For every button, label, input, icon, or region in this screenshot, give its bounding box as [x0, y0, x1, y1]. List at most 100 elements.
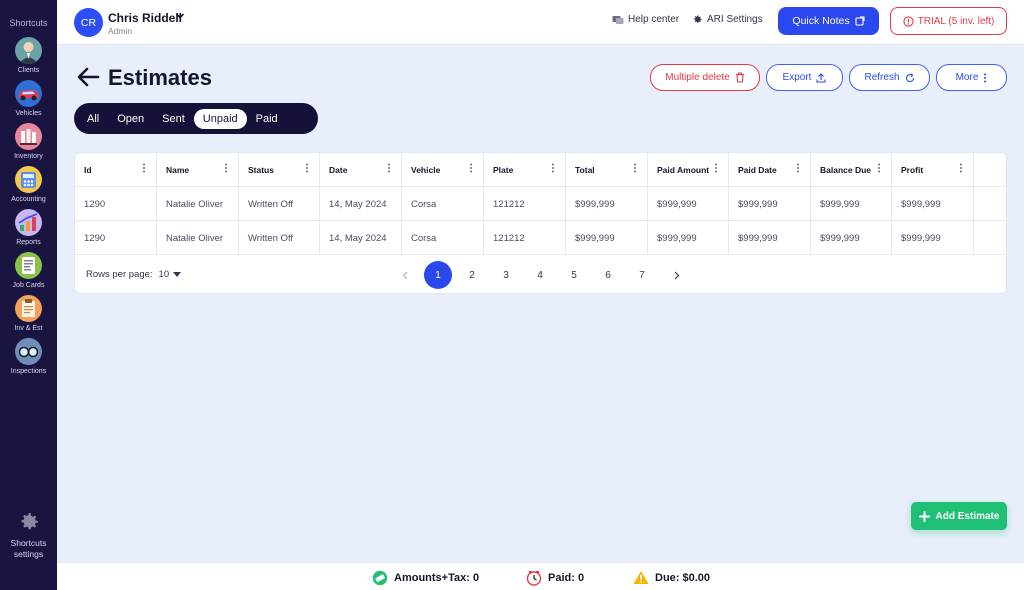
sidebar-item-reports[interactable]: Reports [15, 209, 42, 246]
inventory-icon [14, 123, 42, 150]
table-row[interactable]: 1290 Natalie Oliver Written Off 14, May … [75, 221, 1006, 255]
trash-icon [735, 72, 744, 83]
cell-profit: $999,999 [892, 187, 974, 221]
money-icon [372, 570, 388, 586]
page-button-5[interactable]: 5 [560, 261, 588, 289]
column-header-plate[interactable]: Plate ⋮ [484, 153, 566, 187]
refresh-icon [905, 72, 914, 82]
table-header-row: Id ⋮ Name ⋮ Status ⋮ Date ⋮ Vehicle ⋮ Plate ⋮ … [75, 153, 1006, 187]
cell-paid-date: $999,999 [729, 221, 811, 255]
sidebar-item-inv-est[interactable]: Inv & Est [14, 295, 43, 332]
quick-notes-label: Quick Notes [792, 15, 850, 27]
ari-settings-link[interactable]: ARI Settings [692, 14, 763, 25]
column-menu-icon[interactable]: ⋮ [956, 163, 966, 175]
help-center-label: Help center [628, 14, 680, 25]
tab-open[interactable]: Open [108, 109, 153, 129]
column-header-balance-due[interactable]: Balance Due ⋮ [811, 153, 892, 187]
amounts-summary: Amounts+Tax: 0 [372, 570, 479, 586]
column-header-id[interactable]: Id ⋮ [75, 153, 157, 187]
sidebar-item-accounting[interactable]: Accounting [11, 166, 46, 203]
column-header-name[interactable]: Name ⋮ [157, 153, 239, 187]
chevron-down-icon[interactable] [175, 11, 185, 21]
refresh-button[interactable]: Refresh [849, 64, 930, 91]
sidebar-item-job-cards[interactable]: Job Cards [12, 252, 45, 289]
page-button-4[interactable]: 4 [526, 261, 554, 289]
page-button-1[interactable]: 1 [424, 261, 452, 289]
paid-label: Paid: 0 [548, 572, 585, 584]
column-menu-icon[interactable]: ⋮ [711, 163, 721, 175]
refresh-label: Refresh [864, 72, 900, 83]
column-menu-icon[interactable]: ⋮ [302, 163, 312, 175]
sidebar-item-inspections[interactable]: Inspections [11, 338, 46, 375]
sidebar-item-clients[interactable]: Clients [15, 37, 42, 74]
column-menu-icon[interactable]: ⋮ [630, 163, 640, 175]
tab-paid[interactable]: Paid [247, 109, 287, 129]
summary-footer: Amounts+Tax: 0 Paid: 0 Due: $0.00 [57, 562, 1024, 590]
amounts-label: Amounts+Tax: 0 [394, 572, 480, 584]
column-header-profit[interactable]: Profit ⋮ [892, 153, 974, 187]
trial-button[interactable]: TRIAL (5 inv. left) [890, 7, 1007, 35]
user-name[interactable]: Chris Riddell [108, 11, 182, 25]
column-header-paid-amount[interactable]: Paid Amount ⋮ [648, 153, 729, 187]
cell-paid-amount: $999,999 [648, 221, 729, 255]
next-page-button[interactable] [663, 261, 691, 289]
page-button-3[interactable]: 3 [492, 261, 520, 289]
cell-balance-due: $999,999 [811, 221, 892, 255]
column-header-status[interactable]: Status ⋮ [239, 153, 320, 187]
tab-sent[interactable]: Sent [153, 109, 194, 129]
tab-unpaid[interactable]: Unpaid [193, 108, 247, 129]
sidebar-item-vehicles[interactable]: Vehicles [15, 80, 42, 117]
column-header-date[interactable]: Date ⋮ [320, 153, 402, 187]
rows-per-page-label: Rows per page: [86, 269, 153, 280]
sidebar-item-inventory[interactable]: Inventory [14, 123, 43, 160]
gear-icon [21, 513, 38, 530]
quick-notes-button[interactable]: Quick Notes [778, 7, 879, 35]
cell-balance-due: $999,999 [811, 187, 892, 221]
more-button[interactable]: More [936, 64, 1007, 91]
column-menu-icon[interactable]: ⋮ [793, 163, 803, 175]
cell-name: Natalie Oliver [157, 187, 239, 221]
shortcuts-settings-button[interactable]: Shortcuts settings [11, 510, 46, 560]
page-button-2[interactable]: 2 [458, 261, 486, 289]
column-header-total[interactable]: Total ⋮ [566, 153, 648, 187]
tab-all[interactable]: All [78, 109, 108, 129]
job-cards-icon [15, 252, 42, 279]
user-role: Admin [108, 26, 133, 36]
column-header-vehicle[interactable]: Vehicle ⋮ [402, 153, 484, 187]
add-estimate-button[interactable]: Add Estimate [911, 502, 1007, 530]
sidebar: Shortcuts Clients Vehicles Inventory Acc… [0, 0, 57, 590]
vehicles-icon [15, 80, 42, 107]
prev-page-button[interactable] [391, 261, 419, 289]
column-menu-icon[interactable]: ⋮ [384, 163, 394, 175]
column-menu-icon[interactable]: ⋮ [466, 163, 476, 175]
page-button-7[interactable]: 7 [628, 261, 656, 289]
avatar[interactable]: CR [74, 8, 103, 37]
column-menu-icon[interactable]: ⋮ [548, 163, 558, 175]
rows-per-page-value: 10 [158, 269, 170, 280]
column-menu-icon[interactable]: ⋮ [874, 163, 884, 175]
rows-per-page-select[interactable]: 10 [159, 269, 182, 280]
topbar: CR Chris Riddell Admin Help center ARI S… [57, 0, 1024, 45]
back-arrow-icon[interactable] [76, 66, 100, 88]
sidebar-item-label: Inventory [14, 153, 43, 160]
caret-down-icon [173, 272, 182, 277]
cell-date: 14, May 2024 [320, 187, 402, 221]
help-center-link[interactable]: Help center [612, 14, 679, 25]
multiple-delete-button[interactable]: Multiple delete [650, 64, 760, 91]
clients-icon [15, 37, 42, 64]
sidebar-title: Shortcuts [9, 18, 48, 28]
status-filter-tabs: All Open Sent Unpaid Paid [74, 103, 318, 134]
page-button-6[interactable]: 6 [594, 261, 622, 289]
export-button[interactable]: Export [766, 64, 843, 91]
table-row[interactable]: 1290 Natalie Oliver Written Off 14, May … [75, 187, 1006, 221]
column-header-paid-date[interactable]: Paid Date ⋮ [729, 153, 811, 187]
sidebar-item-label: Reports [16, 239, 41, 246]
ari-settings-label: ARI Settings [707, 14, 763, 25]
inv-est-icon [14, 295, 42, 322]
reports-icon [15, 209, 42, 236]
column-menu-icon[interactable]: ⋮ [139, 163, 149, 175]
column-menu-icon[interactable]: ⋮ [221, 163, 231, 175]
sidebar-item-label: Job Cards [12, 282, 45, 289]
multiple-delete-label: Multiple delete [665, 72, 730, 83]
sidebar-item-label: Inv & Est [14, 325, 43, 332]
